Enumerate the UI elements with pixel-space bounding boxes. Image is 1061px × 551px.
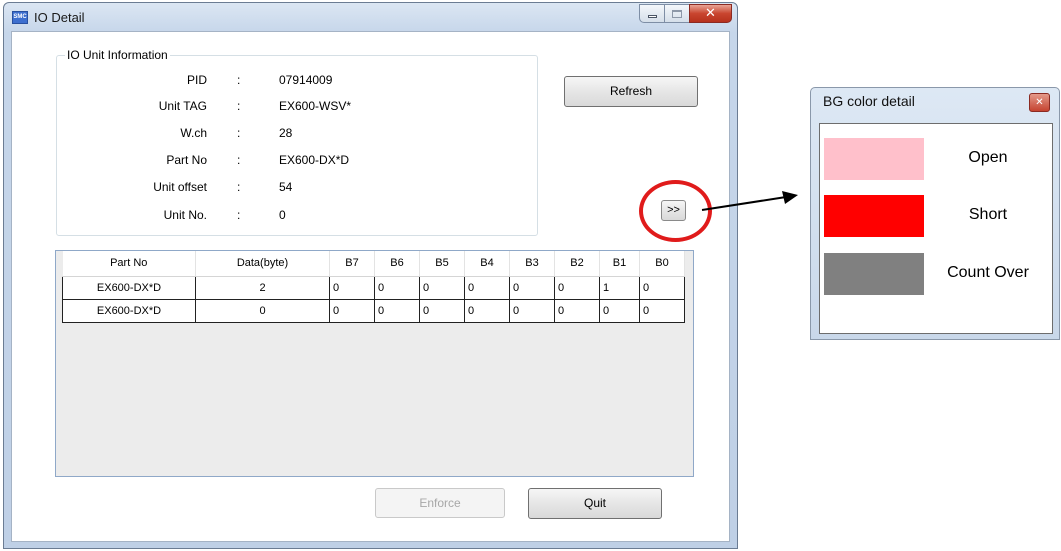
bit-cell[interactable]: 0 (639, 298, 685, 323)
swatch-label: Count Over (947, 264, 1029, 281)
bit-cell[interactable]: 0 (554, 275, 600, 300)
enforce-button[interactable]: Enforce (375, 488, 505, 518)
io-unit-information-group: IO Unit Information PID: 07914009 Unit TAG… (56, 48, 538, 236)
column-header[interactable]: B5 (419, 251, 465, 277)
maximize-button[interactable] (664, 4, 690, 23)
color-swatch (824, 253, 924, 295)
column-header[interactable]: Data(byte) (195, 251, 330, 277)
info-colon: : (237, 73, 241, 87)
info-value: 0 (279, 208, 286, 222)
quit-button[interactable]: Quit (528, 488, 662, 519)
popup-close-button[interactable]: ✕ (1029, 93, 1050, 112)
info-row: Part No: EX600-DX*D (57, 153, 517, 169)
table-row[interactable]: EX600-DX*D 2 0 0 0 0 0 0 1 0 (62, 275, 685, 300)
info-label: Part No (166, 153, 207, 167)
title-bar[interactable]: SMC IO Detail ✕ (4, 3, 737, 31)
column-header[interactable]: B1 (599, 251, 640, 277)
info-label: Unit offset (153, 180, 207, 194)
column-header[interactable]: B3 (509, 251, 555, 277)
bit-cell[interactable]: 0 (374, 275, 420, 300)
column-header[interactable]: B4 (464, 251, 510, 277)
data-byte-cell[interactable]: 2 (195, 275, 330, 300)
io-detail-window: SMC IO Detail ✕ IO Unit Information PID:… (3, 2, 738, 549)
bit-cell[interactable]: 0 (374, 298, 420, 323)
info-label: Unit No. (163, 208, 207, 222)
annotation-arrow (701, 191, 798, 211)
info-row: PID: 07914009 (57, 73, 517, 89)
group-legend: IO Unit Information (65, 48, 170, 62)
info-value: EX600-DX*D (279, 153, 350, 167)
info-colon: : (237, 180, 241, 194)
window-client-area: IO Unit Information PID: 07914009 Unit TAG… (11, 31, 730, 542)
data-byte-cell[interactable]: 0 (195, 298, 330, 323)
minimize-button[interactable] (639, 4, 665, 23)
bit-cell[interactable]: 1 (599, 275, 640, 300)
info-label: PID (186, 73, 207, 87)
info-label: Unit TAG (158, 99, 207, 113)
bit-cell[interactable]: 0 (509, 298, 555, 323)
info-value: 54 (279, 180, 293, 194)
column-header[interactable]: B2 (554, 251, 600, 277)
bit-cell[interactable]: 0 (419, 298, 465, 323)
close-button[interactable]: ✕ (689, 4, 732, 23)
column-header[interactable]: B7 (329, 251, 375, 277)
info-colon: : (237, 99, 241, 113)
bit-cell[interactable]: 0 (419, 275, 465, 300)
minimize-icon (647, 15, 657, 18)
part-no-cell[interactable]: EX600-DX*D (62, 298, 196, 323)
info-value: 28 (279, 126, 293, 140)
bit-cell[interactable]: 0 (554, 298, 600, 323)
info-row: Unit offset: 54 (57, 180, 517, 196)
bg-color-legend: Open Short Count Over (819, 123, 1053, 334)
info-row: W.ch: 28 (57, 126, 517, 142)
info-value: 07914009 (279, 73, 333, 87)
popup-title[interactable]: BG color detail (823, 93, 915, 109)
info-colon: : (237, 126, 241, 140)
refresh-button[interactable]: Refresh (564, 76, 698, 107)
info-colon: : (237, 208, 241, 222)
info-row: Unit No.: 0 (57, 208, 517, 224)
bit-cell[interactable]: 0 (599, 298, 640, 323)
column-header[interactable]: B0 (639, 251, 685, 277)
bit-cell[interactable]: 0 (464, 298, 510, 323)
swatch-label: Short (968, 206, 1008, 223)
bit-cell[interactable]: 0 (639, 275, 685, 300)
part-no-cell[interactable]: EX600-DX*D (62, 275, 196, 300)
swatch-label: Open (968, 149, 1008, 166)
bit-cell[interactable]: 0 (329, 275, 375, 300)
color-swatch (824, 195, 924, 237)
close-icon: ✕ (1035, 97, 1044, 108)
maximize-icon (672, 9, 682, 18)
info-label: W.ch (180, 126, 207, 140)
caption-buttons: ✕ (639, 4, 732, 23)
info-value: EX600-WSV* (279, 99, 352, 113)
table-row[interactable]: EX600-DX*D 0 0 0 0 0 0 0 0 0 (62, 298, 685, 323)
close-icon: ✕ (705, 6, 716, 21)
bg-color-detail-window: BG color detail ✕ Open Short Count Over (810, 87, 1060, 340)
io-data-grid: Part No Data(byte) B7 B6 B5 B4 B3 B2 B1 B0 EX600-… (55, 250, 694, 477)
color-swatch (824, 138, 924, 180)
io-table: Part No Data(byte) B7 B6 B5 B4 B3 B2 B1 B0 EX600-… (62, 251, 685, 323)
info-colon: : (237, 153, 241, 167)
bit-cell[interactable]: 0 (329, 298, 375, 323)
column-header[interactable]: B6 (374, 251, 420, 277)
bit-cell[interactable]: 0 (464, 275, 510, 300)
bit-cell[interactable]: 0 (509, 275, 555, 300)
info-row: Unit TAG: EX600-WSV* (57, 99, 517, 115)
column-header[interactable]: Part No (62, 251, 196, 277)
app-icon: SMC (12, 11, 28, 24)
window-title: IO Detail (34, 10, 85, 25)
